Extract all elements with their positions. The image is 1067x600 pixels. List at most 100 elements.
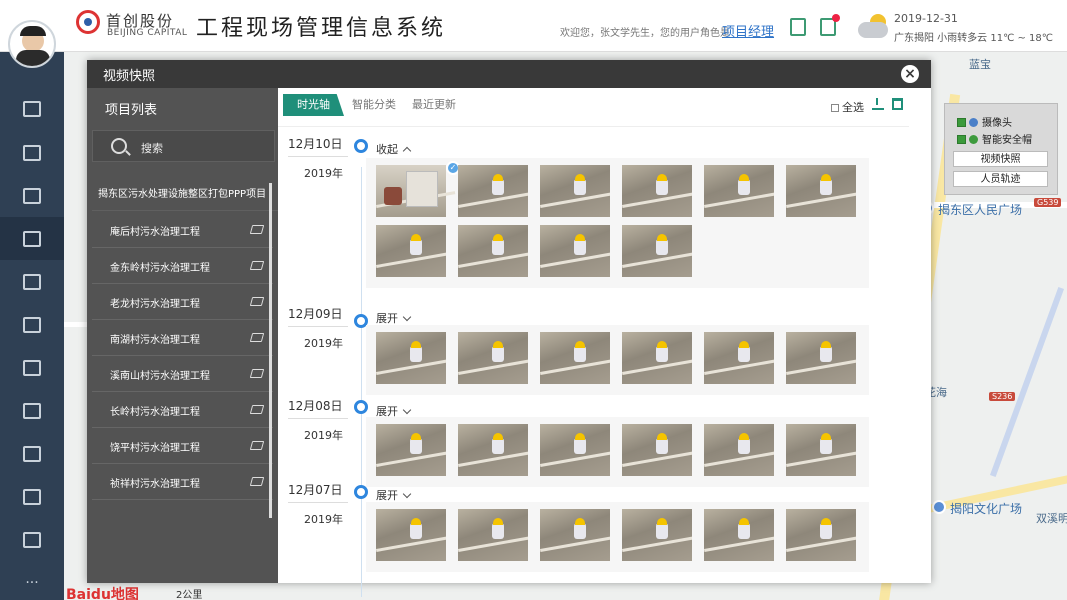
snapshot-thumbnail[interactable] bbox=[704, 509, 774, 561]
expand-toggle[interactable]: 展开 bbox=[376, 487, 412, 503]
camera-icon[interactable] bbox=[249, 477, 265, 486]
snapshot-thumbnail[interactable] bbox=[458, 509, 528, 561]
camera-layer-icon bbox=[969, 118, 978, 127]
project-root[interactable]: 揭东区污水处理设施整区打包PPP项目 bbox=[92, 178, 278, 211]
checkbox-checked[interactable] bbox=[957, 118, 966, 127]
nav-more[interactable]: ··· bbox=[0, 561, 64, 600]
layer-helmet[interactable]: 智能安全帽 bbox=[957, 131, 1032, 146]
snapshot-thumbnail[interactable]: ✓ bbox=[376, 161, 460, 217]
snapshot-thumbnail[interactable] bbox=[376, 509, 446, 561]
nav-analytics[interactable] bbox=[0, 174, 64, 217]
route-shield: S236 bbox=[989, 392, 1016, 401]
snapshot-thumbnail[interactable] bbox=[376, 225, 446, 277]
snapshot-thumbnail[interactable] bbox=[458, 165, 528, 217]
map-pin-icon[interactable] bbox=[932, 500, 946, 514]
layer-panel: 摄像头 智能安全帽 视频快照 人员轨迹 bbox=[944, 103, 1058, 195]
snapshot-thumbnail[interactable] bbox=[786, 165, 856, 217]
weather-icon bbox=[858, 14, 890, 40]
snapshot-thumbnail[interactable] bbox=[376, 424, 446, 476]
camera-icon[interactable] bbox=[249, 225, 265, 234]
snapshot-thumbnail[interactable] bbox=[622, 509, 692, 561]
snapshot-thumbnail[interactable] bbox=[540, 509, 610, 561]
snapshot-thumbnail[interactable] bbox=[704, 424, 774, 476]
tab-smart-category[interactable]: 智能分类 bbox=[344, 94, 404, 116]
snapshot-thumbnail[interactable] bbox=[540, 424, 610, 476]
snapshot-thumbnail[interactable] bbox=[786, 424, 856, 476]
timeline-axis bbox=[361, 167, 362, 597]
camera-icon[interactable] bbox=[249, 261, 265, 270]
snapshot-thumbnail[interactable] bbox=[376, 332, 446, 384]
close-button[interactable]: × bbox=[901, 65, 919, 83]
nav-route[interactable] bbox=[0, 389, 64, 432]
snapshot-thumbnail[interactable] bbox=[622, 424, 692, 476]
snapshot-thumbnail[interactable] bbox=[786, 509, 856, 561]
camera-icon[interactable] bbox=[249, 441, 265, 450]
snapshot-thumbnail[interactable] bbox=[622, 165, 692, 217]
tab-timeline[interactable]: 时光轴 bbox=[283, 94, 344, 116]
nav-layers[interactable] bbox=[0, 131, 64, 174]
map-river bbox=[989, 287, 1065, 477]
camera-icon[interactable] bbox=[249, 333, 265, 342]
snapshot-thumbnail[interactable] bbox=[622, 332, 692, 384]
snapshot-thumbnail[interactable] bbox=[540, 332, 610, 384]
search-input[interactable]: 搜索 bbox=[92, 130, 275, 162]
list-item[interactable]: 南湖村污水治理工程 bbox=[92, 320, 273, 356]
nav-shield[interactable] bbox=[0, 346, 64, 389]
snapshot-thumbnail[interactable] bbox=[458, 424, 528, 476]
snapshot-thumbnail[interactable] bbox=[704, 165, 774, 217]
expand-toggle[interactable]: 展开 bbox=[376, 310, 412, 326]
scrollbar[interactable] bbox=[269, 183, 272, 518]
modal-header: 视频快照 × bbox=[87, 60, 931, 88]
list-item[interactable]: 金东岭村污水治理工程 bbox=[92, 248, 273, 284]
snapshot-content: 时光轴 智能分类 最近更新 全选 12月10日 2019年 收起 ✓ 12月09日… bbox=[278, 88, 931, 597]
nav-monitor[interactable] bbox=[0, 87, 64, 130]
snapshot-thumbnail[interactable] bbox=[458, 332, 528, 384]
select-all-checkbox[interactable]: 全选 bbox=[831, 99, 864, 115]
user-role-link[interactable]: 项目经理 bbox=[722, 21, 774, 40]
snapshot-thumbnail[interactable] bbox=[704, 332, 774, 384]
download-icon[interactable] bbox=[872, 98, 884, 110]
nav-warning[interactable] bbox=[0, 260, 64, 303]
company-logo bbox=[76, 10, 100, 34]
snapshot-thumbnail[interactable] bbox=[622, 225, 692, 277]
map-label: 揭东区人民广场 bbox=[938, 203, 1023, 217]
tab-recent[interactable]: 最近更新 bbox=[404, 94, 464, 116]
checkbox-checked[interactable] bbox=[957, 135, 966, 144]
nav-settings[interactable] bbox=[0, 518, 64, 561]
weather-info: 广东揭阳 小雨转多云 11℃ ~ 18℃ bbox=[894, 33, 1054, 44]
map-label: 双溪明 bbox=[1036, 512, 1067, 525]
notification-icon[interactable] bbox=[820, 14, 840, 36]
list-item[interactable]: 饶平村污水治理工程 bbox=[92, 428, 273, 464]
project-list: 庵后村污水治理工程 金东岭村污水治理工程 老龙村污水治理工程 南湖村污水治理工程… bbox=[92, 212, 273, 500]
camera-icon[interactable] bbox=[249, 369, 265, 378]
map-label: 蓝宝 bbox=[969, 58, 991, 71]
list-item[interactable]: 溪南山村污水治理工程 bbox=[92, 356, 273, 392]
list-item[interactable]: 庵后村污水治理工程 bbox=[92, 212, 273, 248]
collapse-toggle[interactable]: 收起 bbox=[376, 141, 412, 157]
nav-location[interactable] bbox=[0, 475, 64, 518]
snapshot-thumbnail[interactable] bbox=[540, 225, 610, 277]
delete-icon[interactable] bbox=[892, 98, 903, 110]
checklist-icon[interactable] bbox=[790, 18, 806, 36]
list-item[interactable]: 老龙村污水治理工程 bbox=[92, 284, 273, 320]
snapshot-thumbnail[interactable] bbox=[458, 225, 528, 277]
user-avatar[interactable] bbox=[8, 20, 56, 68]
nav-document[interactable] bbox=[0, 303, 64, 346]
project-panel: 项目列表 搜索 揭东区污水处理设施整区打包PPP项目 庵后村污水治理工程 金东岭… bbox=[87, 88, 278, 583]
video-snapshot-button[interactable]: 视频快照 bbox=[953, 151, 1048, 167]
camera-icon[interactable] bbox=[249, 405, 265, 414]
report-icon bbox=[23, 445, 41, 462]
top-header: 首创股份 BEIJING CAPITAL 工程现场管理信息系统 欢迎您，张文学先… bbox=[0, 0, 1067, 52]
snapshot-thumbnail[interactable] bbox=[540, 165, 610, 217]
snapshot-thumbnail[interactable] bbox=[786, 332, 856, 384]
camera-icon[interactable] bbox=[249, 297, 265, 306]
layer-camera[interactable]: 摄像头 bbox=[957, 114, 1012, 129]
nav-camera[interactable] bbox=[0, 217, 64, 260]
nav-report[interactable] bbox=[0, 432, 64, 475]
list-item[interactable]: 长岭村污水治理工程 bbox=[92, 392, 273, 428]
timeline-date: 12月07日 2019年 bbox=[288, 481, 348, 527]
current-date: 2019-12-31 bbox=[894, 12, 958, 25]
list-item[interactable]: 祯祥村污水治理工程 bbox=[92, 464, 273, 500]
more-icon: ··· bbox=[25, 574, 39, 591]
personnel-track-button[interactable]: 人员轨迹 bbox=[953, 171, 1048, 187]
